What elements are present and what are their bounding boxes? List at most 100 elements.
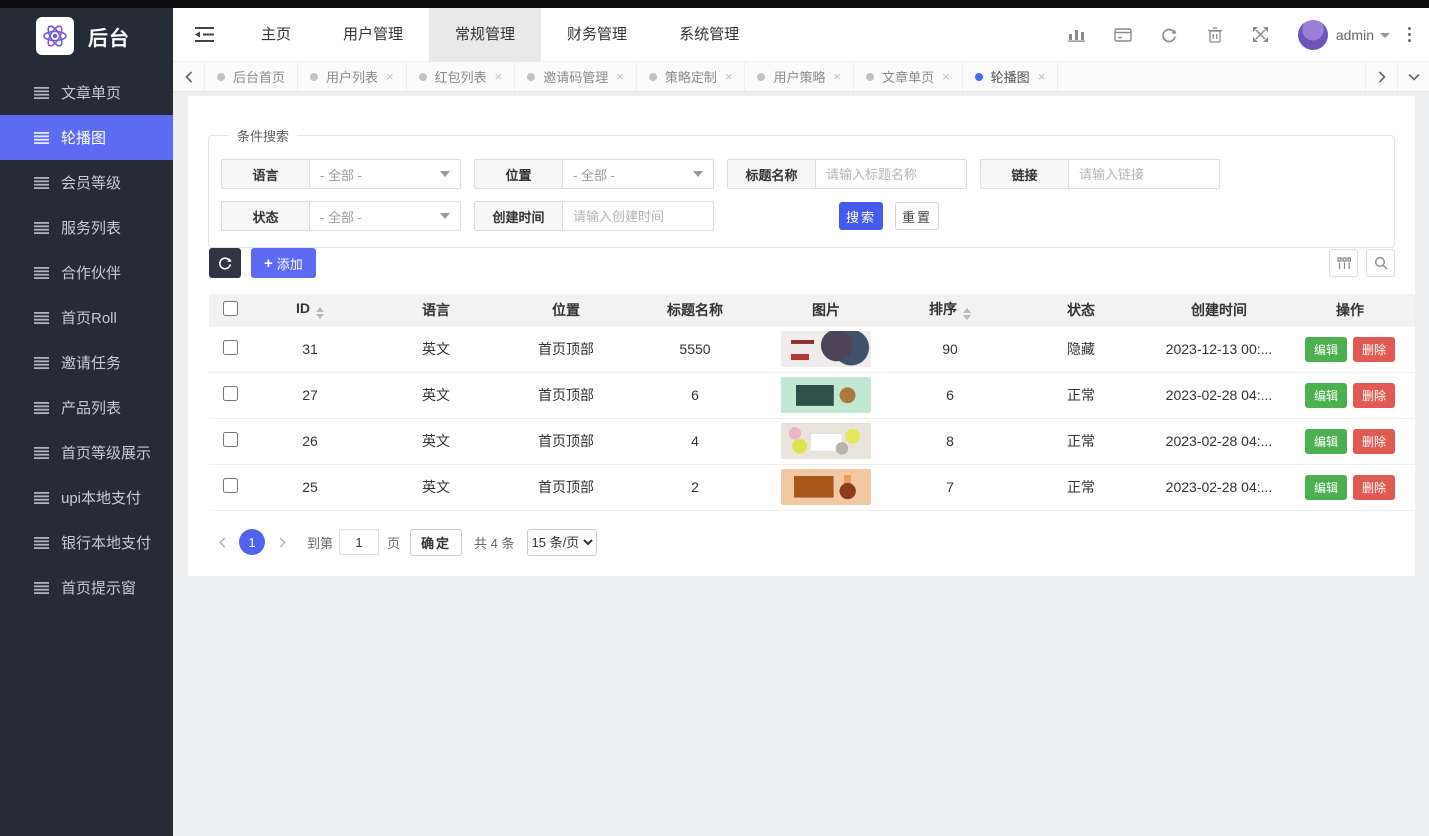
add-button[interactable]: + 添加 (251, 248, 316, 278)
field-input[interactable] (562, 201, 714, 231)
sidebar-item-9[interactable]: upi本地支付 (0, 475, 173, 520)
sidebar-item-1[interactable]: 轮播图 (0, 115, 173, 160)
row-checkbox[interactable] (222, 386, 238, 401)
column-header-4: 图片 (761, 294, 891, 326)
tab-5[interactable]: 用户策略 × (745, 62, 855, 91)
column-header-6: 状态 (1009, 294, 1153, 326)
tab-3[interactable]: 邀请码管理 × (515, 62, 637, 91)
banner-thumbnail[interactable] (781, 469, 871, 505)
search-button[interactable]: 搜索 (839, 202, 883, 230)
field-select[interactable]: - 全部 - (309, 201, 461, 231)
tab-close-icon[interactable]: × (495, 70, 503, 83)
sidebar-item-11[interactable]: 首页提示窗 (0, 565, 173, 610)
topnav-item-1[interactable]: 用户管理 (317, 8, 429, 62)
tabs-menu-caret-icon[interactable] (1397, 62, 1429, 91)
select-all-checkbox[interactable] (222, 300, 238, 316)
sidebar-item-label: 首页Roll (61, 310, 117, 327)
tab-close-icon[interactable]: × (386, 70, 394, 83)
sort-icon[interactable] (316, 307, 324, 320)
sidebar-menu: 文章单页 轮播图 会员等级 服务列表 合作伙伴首页Roll 邀请任务产品列表 首页等级展示 u… (0, 70, 173, 610)
delete-button[interactable]: 删除 (1353, 428, 1396, 454)
tab-close-icon[interactable]: × (942, 70, 950, 83)
next-page-icon[interactable] (269, 529, 295, 555)
row-checkbox[interactable] (222, 340, 238, 355)
sidebar-item-label: 首页提示窗 (61, 580, 137, 597)
refresh-table-button[interactable] (209, 248, 241, 278)
cell-created: 2023-02-28 04:... (1153, 372, 1285, 419)
sidebar-item-0[interactable]: 文章单页 (0, 70, 173, 115)
tab-0[interactable]: 后台首页 (205, 62, 299, 91)
user-menu-caret-icon[interactable] (1380, 33, 1390, 38)
topnav-item-3[interactable]: 财务管理 (541, 8, 653, 62)
sidebar-item-label: 邀请任务 (61, 355, 122, 372)
trash-icon[interactable] (1192, 8, 1238, 62)
edit-button[interactable]: 编辑 (1304, 382, 1347, 408)
field-label: 状态 (221, 201, 309, 231)
banner-thumbnail[interactable] (781, 331, 871, 367)
user-name[interactable]: admin (1336, 27, 1374, 43)
columns-filter-icon[interactable] (1329, 249, 1358, 277)
current-page-badge[interactable]: 1 (239, 529, 265, 555)
column-label: 创建时间 (1191, 301, 1247, 318)
tab-2[interactable]: 红包列表 × (407, 62, 516, 91)
sort-icon[interactable] (963, 308, 971, 321)
field-input[interactable] (815, 159, 967, 189)
field-select[interactable]: - 全部 - (309, 159, 461, 189)
per-page-select[interactable]: 15 条/页 (526, 528, 597, 556)
data-table: ID 语言 位置 标题名称 图片 排序 状态 创建时间 操作 31 英文 首页顶部 5550 90 隐藏 2… (209, 294, 1415, 511)
row-checkbox[interactable] (222, 478, 238, 493)
row-checkbox[interactable] (222, 432, 238, 447)
sidebar-item-2[interactable]: 会员等级 (0, 160, 173, 205)
toolbar: + 添加 (209, 248, 1395, 278)
sidebar-item-3[interactable]: 服务列表 (0, 205, 173, 250)
prev-page-icon[interactable] (209, 529, 235, 555)
more-menu-icon[interactable] (1408, 27, 1411, 42)
card-icon[interactable] (1100, 8, 1146, 62)
sidebar-logo-row[interactable]: 后台 (0, 8, 173, 64)
sidebar-item-4[interactable]: 合作伙伴 (0, 250, 173, 295)
search-toggle-icon[interactable] (1366, 249, 1395, 277)
sidebar-item-5[interactable]: 首页Roll (0, 295, 173, 340)
delete-button[interactable]: 删除 (1353, 336, 1396, 362)
tab-7[interactable]: 轮播图 × (963, 62, 1059, 91)
tab-close-icon[interactable]: × (833, 70, 841, 83)
field-select[interactable]: - 全部 - (562, 159, 714, 189)
tabs-scroll-left-icon[interactable] (173, 62, 205, 91)
banner-thumbnail[interactable] (781, 377, 871, 413)
field-input[interactable] (1068, 159, 1220, 189)
sidebar-collapse-icon[interactable] (173, 8, 235, 62)
edit-button[interactable]: 编辑 (1304, 336, 1347, 362)
search-field-4: 状态 - 全部 - (221, 201, 461, 231)
topnav-item-2[interactable]: 常规管理 (429, 7, 542, 62)
column-header-5[interactable]: 排序 (891, 294, 1009, 326)
goto-confirm-button[interactable]: 确定 (410, 528, 463, 556)
tab-6[interactable]: 文章单页 × (854, 62, 963, 91)
goto-page-input[interactable] (339, 529, 380, 555)
chart-icon[interactable] (1054, 8, 1100, 62)
edit-button[interactable]: 编辑 (1304, 474, 1347, 500)
cell-created: 2023-12-13 00:... (1153, 325, 1285, 373)
fullscreen-icon[interactable] (1238, 8, 1284, 62)
sidebar-item-7[interactable]: 产品列表 (0, 385, 173, 430)
sidebar-item-10[interactable]: 银行本地支付 (0, 520, 173, 565)
tab-dot-icon (527, 72, 536, 81)
tabs-scroll-right-icon[interactable] (1365, 62, 1397, 91)
column-header-0[interactable]: ID (251, 294, 369, 326)
topnav-item-4[interactable]: 系统管理 (653, 8, 765, 62)
edit-button[interactable]: 编辑 (1304, 428, 1347, 454)
user-avatar[interactable] (1297, 19, 1328, 50)
tab-4[interactable]: 策略定制 × (637, 62, 746, 91)
tab-close-icon[interactable]: × (725, 70, 733, 83)
sidebar-item-6[interactable]: 邀请任务 (0, 340, 173, 385)
refresh-icon[interactable] (1146, 8, 1192, 62)
topnav-item-0[interactable]: 主页 (235, 8, 317, 62)
banner-thumbnail[interactable] (781, 423, 871, 459)
tab-close-icon[interactable]: × (616, 70, 624, 83)
delete-button[interactable]: 删除 (1353, 382, 1396, 408)
sidebar-item-8[interactable]: 首页等级展示 (0, 430, 173, 475)
tab-1[interactable]: 用户列表 × (298, 62, 407, 91)
delete-button[interactable]: 删除 (1353, 474, 1396, 500)
reset-button[interactable]: 重置 (895, 202, 939, 230)
column-label: 排序 (929, 301, 957, 318)
tab-close-icon[interactable]: × (1038, 70, 1046, 83)
